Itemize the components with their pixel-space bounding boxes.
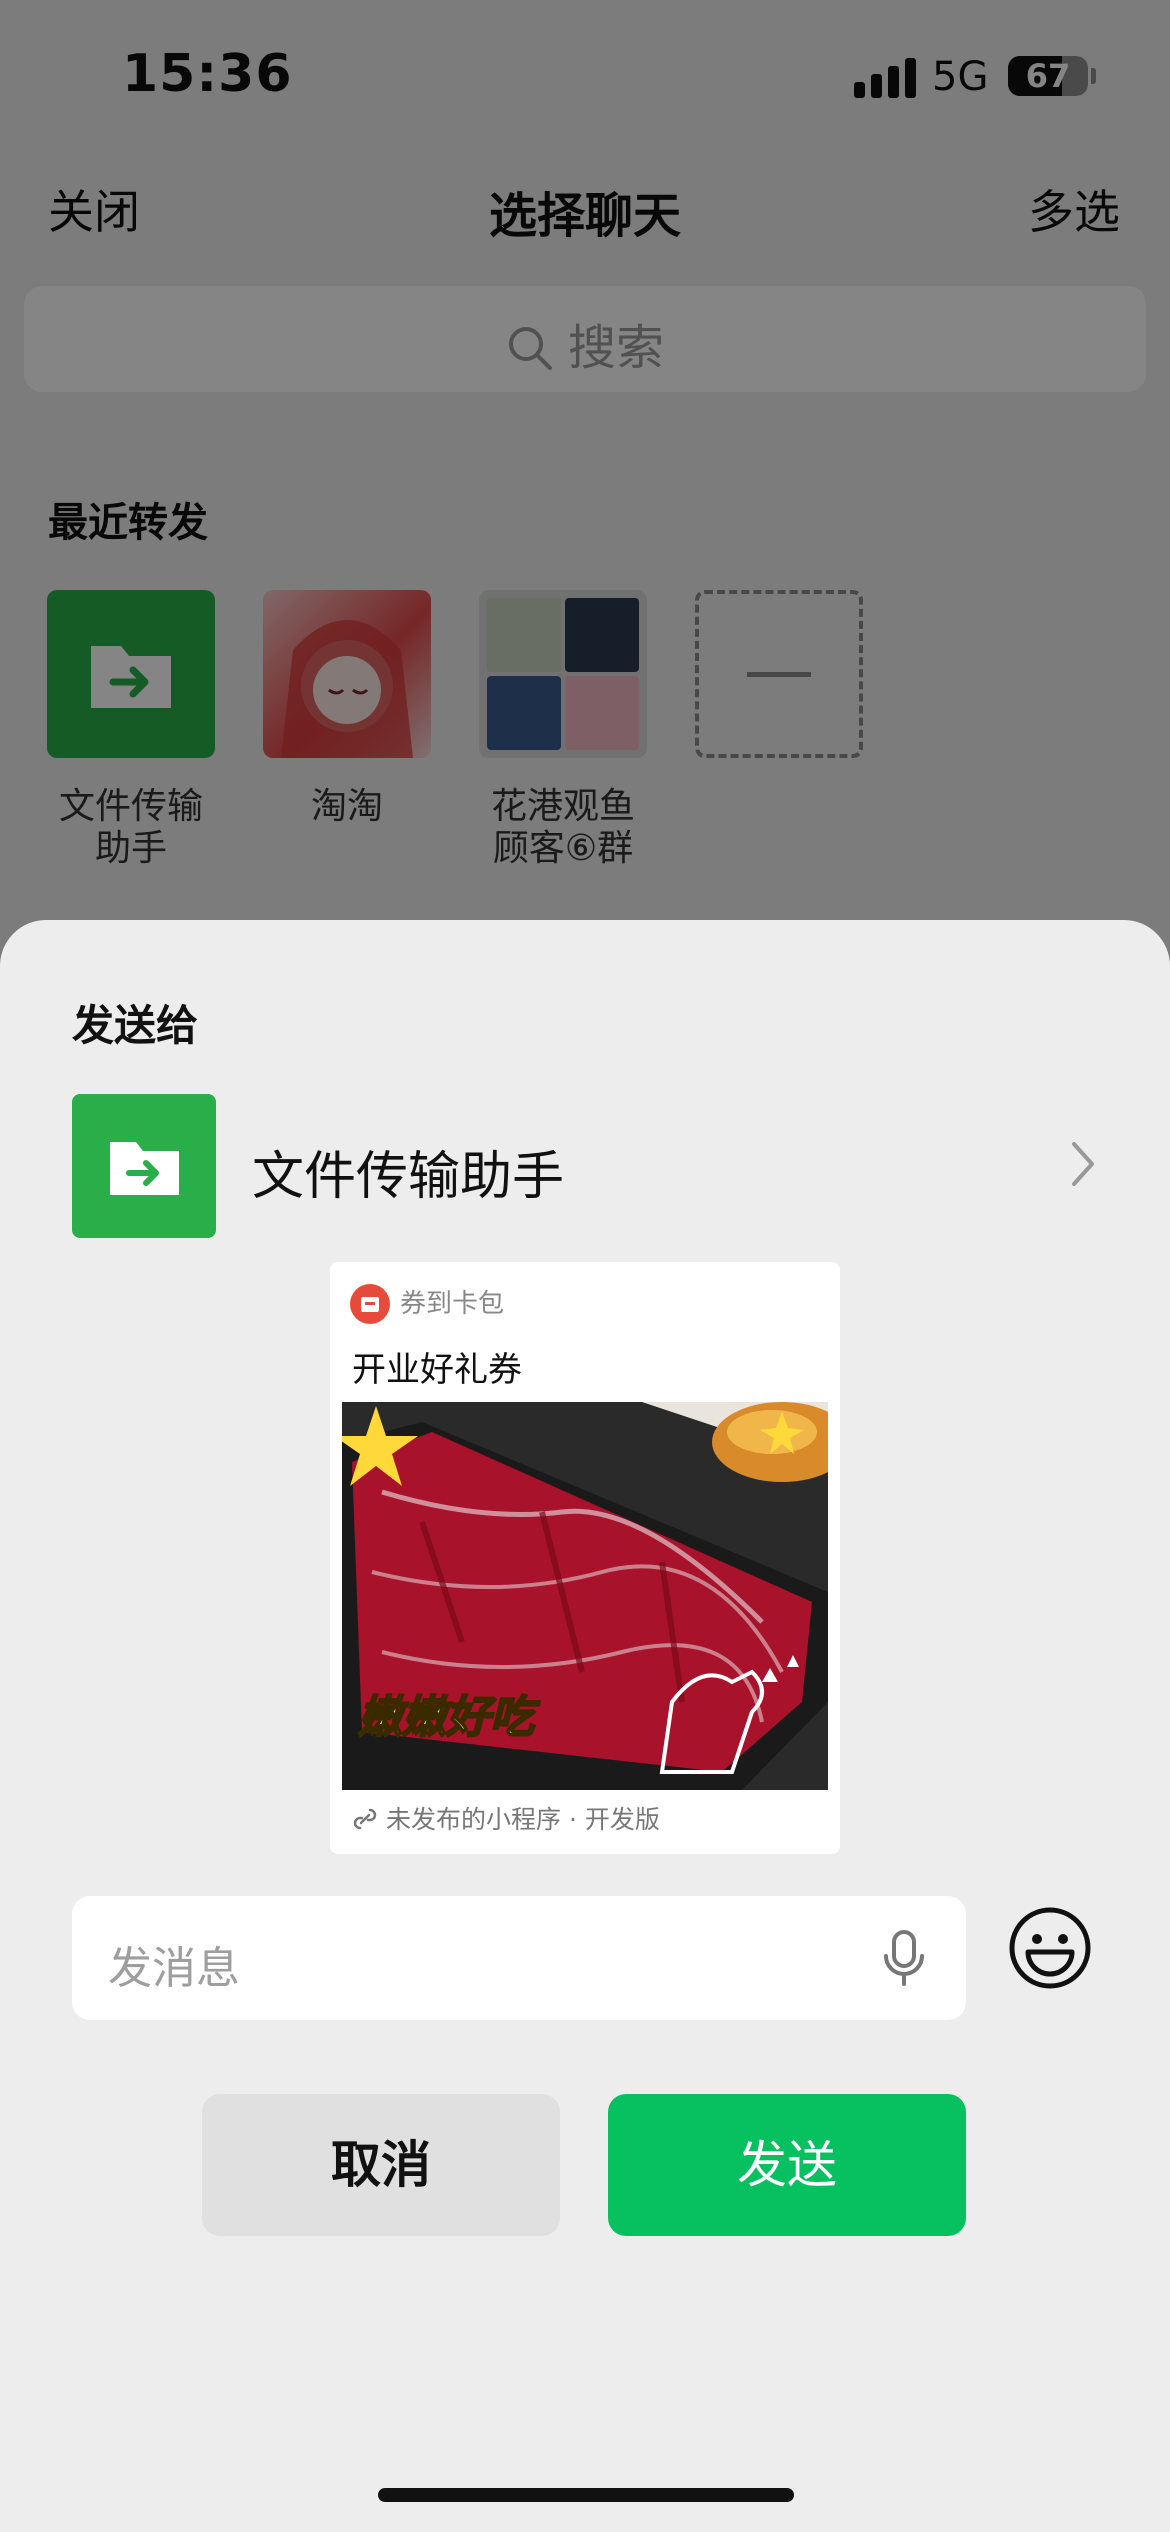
card-image: 嫩嫩好吃 [342,1402,828,1790]
card-title: 开业好礼券 [352,1350,522,1390]
recipient-row[interactable]: 文件传输助手 [72,1094,1098,1238]
emoji-icon[interactable] [1008,1906,1092,1990]
mini-program-card[interactable]: 券到卡包 开业好礼券 嫩嫩好吃 未发布的小程序 · 开发版 [330,1262,840,1854]
recipient-avatar [72,1094,216,1238]
card-image-caption: 嫩嫩好吃 [358,1692,541,1743]
cancel-button[interactable]: 取消 [202,2094,560,2236]
link-icon [353,1808,377,1830]
card-source: 券到卡包 [350,1284,504,1324]
microphone-icon[interactable] [880,1928,928,1988]
folder-icon [110,1142,179,1195]
card-source-name: 券到卡包 [400,1289,505,1319]
wallet-icon [350,1284,390,1324]
chevron-right-icon [1072,1142,1094,1186]
send-button[interactable]: 发送 [608,2094,966,2236]
card-footer: 未发布的小程序 · 开发版 [352,1802,660,1838]
sheet-title: 发送给 [72,1001,199,1050]
message-input[interactable]: 发消息 [72,1896,966,2020]
recipient-name: 文件传输助手 [252,1147,565,1207]
card-footer-text: 未发布的小程序 · 开发版 [386,1805,660,1834]
home-indicator [378,2488,794,2502]
send-sheet: 发送给 文件传输助手 券到卡包 开业好礼券 嫩嫩好吃 未发布的小程序 · 开发版… [0,920,1170,2532]
message-placeholder: 发消息 [108,1943,240,1994]
